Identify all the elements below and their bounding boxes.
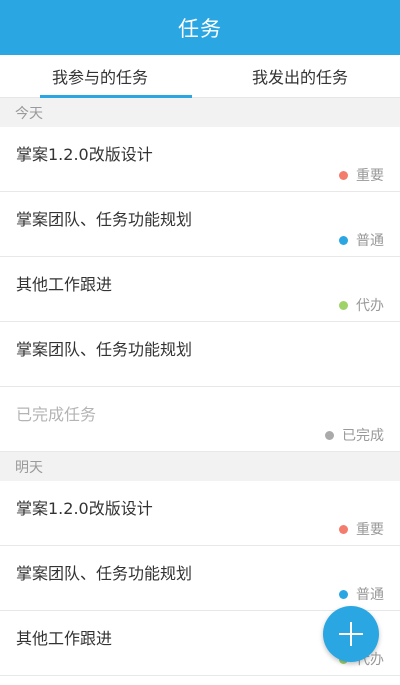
task-row[interactable]: 掌案团队、任务功能规划普通 bbox=[0, 192, 400, 257]
task-row[interactable]: 已完成任务已完成 bbox=[0, 387, 400, 452]
tag-label: 重要 bbox=[356, 168, 384, 184]
tab-sent[interactable]: 我发出的任务 bbox=[200, 55, 400, 97]
tag-label: 普通 bbox=[356, 233, 384, 249]
tag-label: 普通 bbox=[356, 587, 384, 603]
task-row[interactable]: 其他工作跟进代办 bbox=[0, 257, 400, 322]
tag-dot-icon bbox=[339, 589, 348, 599]
add-task-button[interactable] bbox=[323, 606, 379, 662]
task-tag: 普通 bbox=[339, 584, 384, 604]
task-tag: 普通 bbox=[339, 230, 384, 250]
tag-label: 重要 bbox=[356, 522, 384, 538]
plus-icon bbox=[339, 622, 363, 646]
task-row[interactable]: 掌案团队、任务功能规划 bbox=[0, 322, 400, 387]
task-title: 其他工作跟进 bbox=[16, 275, 113, 294]
tag-dot-icon bbox=[339, 300, 348, 310]
task-title: 已完成任务 bbox=[16, 405, 97, 424]
task-row[interactable]: 掌案1.2.0改版设计重要 bbox=[0, 481, 400, 546]
tag-dot-icon bbox=[339, 235, 348, 245]
task-row[interactable]: 掌案1.2.0改版设计重要 bbox=[0, 127, 400, 192]
task-title: 其他工作跟进 bbox=[16, 629, 113, 648]
task-tag: 重要 bbox=[339, 519, 384, 539]
header: 任务 bbox=[0, 0, 400, 55]
tab-bar: 我参与的任务 我发出的任务 bbox=[0, 55, 400, 98]
app: 任务 我参与的任务 我发出的任务 今天 掌案1.2.0改版设计 重要 掌案团队、任务功… bbox=[0, 0, 400, 685]
tag-dot-icon bbox=[325, 430, 334, 440]
tag-label: 代办 bbox=[356, 298, 384, 314]
task-tag: 重要 bbox=[339, 165, 384, 185]
section-header: 今天 bbox=[0, 98, 400, 127]
task-title: 掌案1.2.0改版设计 bbox=[16, 145, 153, 164]
tag-label: 已完成 bbox=[342, 428, 384, 444]
task-tag: 代办 bbox=[339, 295, 384, 315]
section-header: 明天 bbox=[0, 452, 400, 481]
task-title: 掌案1.2.0改版设计 bbox=[16, 499, 153, 518]
task-row[interactable]: 掌案团队、任务功能规划普通 bbox=[0, 546, 400, 611]
tag-dot-icon bbox=[339, 170, 348, 180]
tab-participating[interactable]: 我参与的任务 bbox=[0, 55, 200, 98]
task-list: 今天 掌案1.2.0改版设计 重要 掌案团队、任务功能规划 普通 其他工作跟进 代办 掌案团队… bbox=[0, 98, 400, 676]
task-title: 掌案团队、任务功能规划 bbox=[16, 340, 193, 359]
task-tag: 已完成 bbox=[325, 425, 384, 445]
tag-dot-icon bbox=[339, 524, 348, 534]
task-title: 掌案团队、任务功能规划 bbox=[16, 564, 193, 583]
page-title: 任务 bbox=[178, 16, 222, 41]
task-title: 掌案团队、任务功能规划 bbox=[16, 210, 193, 229]
